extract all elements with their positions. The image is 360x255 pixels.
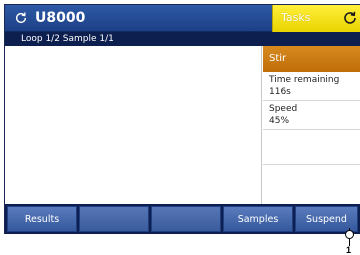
stir-header: Stir (263, 46, 360, 72)
refresh-icon[interactable] (14, 11, 28, 25)
samples-button[interactable]: Samples (223, 206, 293, 232)
main-panel (5, 46, 262, 204)
status-bar: Loop 1/2 Sample 1/1 (5, 32, 360, 46)
title-bar: U8000 Tasks (5, 5, 360, 32)
time-remaining-field: Time remaining 116s (263, 72, 360, 101)
stir-panel: Stir Time remaining 116s Speed 45% (263, 46, 360, 204)
empty-button-2[interactable] (151, 206, 221, 232)
speed-field: Speed 45% (263, 101, 360, 130)
time-remaining-value: 116s (269, 87, 291, 97)
callout-number: 1 (346, 245, 352, 255)
bottom-toolbar: Results Samples Suspend (5, 204, 360, 234)
results-button[interactable]: Results (7, 206, 77, 232)
divider (263, 164, 360, 165)
refresh-icon (344, 11, 356, 24)
tasks-label: Tasks (281, 11, 311, 24)
empty-button-1[interactable] (79, 206, 149, 232)
speed-label: Speed (269, 104, 298, 114)
speed-value: 45% (269, 116, 290, 126)
tasks-button[interactable]: Tasks (272, 5, 360, 32)
device-screen: U8000 Tasks Loop 1/2 Sample 1/1 Stir Tim… (4, 4, 360, 234)
content-area: Stir Time remaining 116s Speed 45% (5, 46, 360, 204)
time-remaining-label: Time remaining (269, 75, 340, 85)
app-title: U8000 (35, 10, 86, 26)
